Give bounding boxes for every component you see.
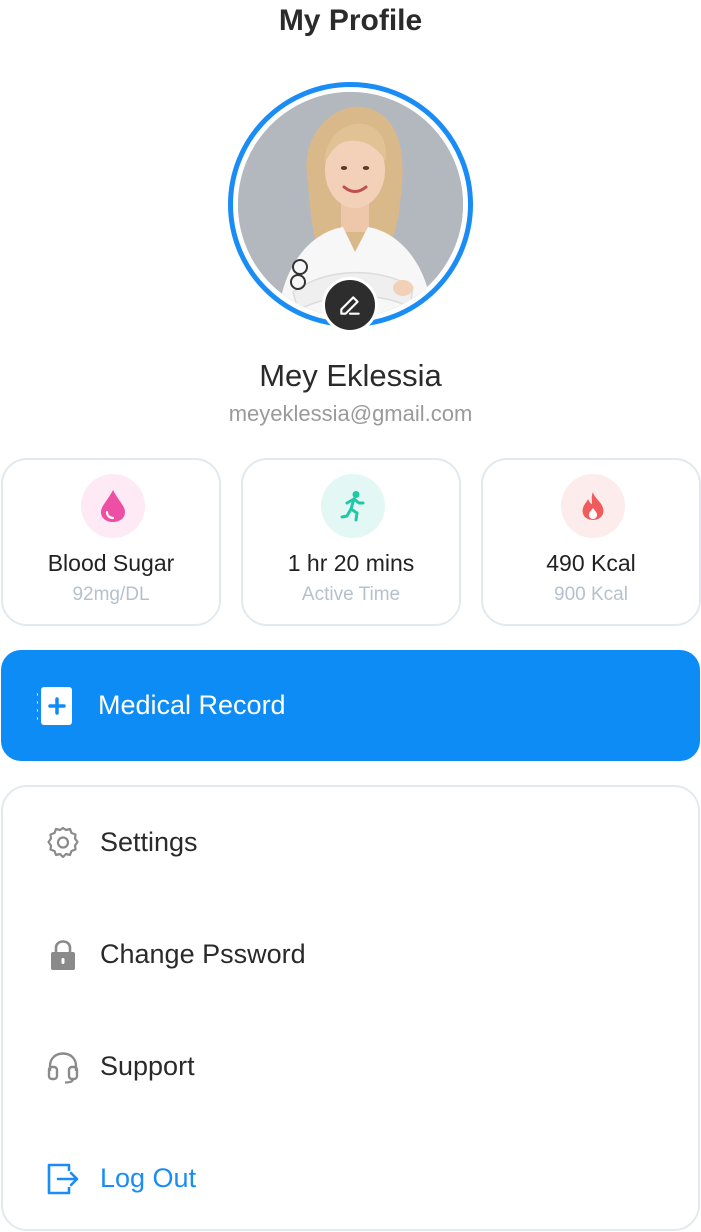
headset-icon (47, 1052, 79, 1084)
menu-item-support[interactable]: Support (3, 1021, 698, 1111)
lock-icon (51, 940, 75, 970)
medical-record-button[interactable]: Medical Record (1, 650, 700, 761)
stat-value: 1 hr 20 mins (287, 550, 415, 576)
settings-menu: Settings Change Pssword Support Log Out (1, 785, 700, 1231)
edit-avatar-button[interactable] (322, 277, 378, 333)
pencil-icon (340, 296, 360, 315)
gear-icon (47, 826, 79, 859)
stat-card-active-time[interactable]: 1 hr 20 mins Active Time (241, 458, 461, 626)
menu-item-label: Support (100, 1051, 195, 1081)
stat-label: Active Time (301, 584, 401, 605)
stat-card-blood-sugar[interactable]: Blood Sugar 92mg/DL (1, 458, 221, 626)
logout-icon (47, 1163, 79, 1195)
stat-label: 900 Kcal (554, 584, 628, 605)
fire-icon (561, 474, 625, 538)
stat-value: 490 Kcal (546, 550, 636, 576)
menu-item-label: Settings (100, 827, 198, 857)
profile-screen: My Profile Mey Eklessia meyeklessia@gmai… (0, 0, 701, 1232)
stat-label: 92mg/DL (72, 584, 150, 605)
medical-record-label: Medical Record (98, 690, 286, 720)
running-person-icon (321, 474, 385, 538)
stat-value: Blood Sugar (47, 550, 175, 576)
stat-card-calories[interactable]: 490 Kcal 900 Kcal (481, 458, 701, 626)
blood-drop-icon (81, 474, 145, 538)
profile-email: meyeklessia@gmail.com (228, 401, 473, 426)
menu-item-logout[interactable]: Log Out (3, 1133, 698, 1223)
menu-item-label: Log Out (100, 1163, 197, 1193)
menu-item-settings[interactable]: Settings (3, 797, 698, 887)
menu-item-label: Change Pssword (100, 939, 306, 969)
medical-record-icon (37, 687, 72, 725)
menu-item-change-password[interactable]: Change Pssword (3, 909, 698, 999)
profile-name: Mey Eklessia (259, 358, 442, 393)
page-title: My Profile (278, 4, 423, 37)
